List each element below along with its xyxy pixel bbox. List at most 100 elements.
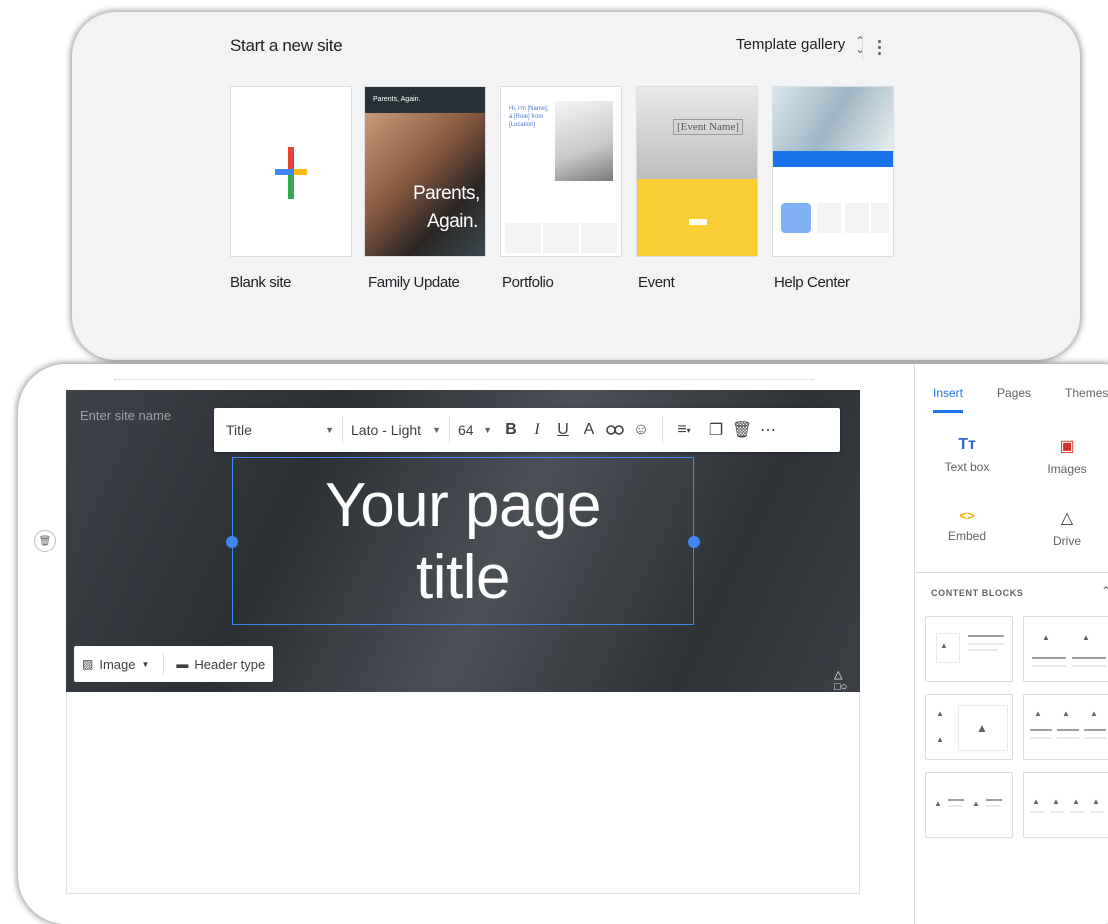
tab-insert[interactable]: Insert [933, 386, 964, 413]
duplicate-icon[interactable]: ❐ [703, 417, 729, 443]
text-format-toolbar: Title ▼ Lato - Light ▼ 64 ▼ B I U A ☺ ≡ ▾… [214, 408, 840, 452]
content-block[interactable]: ▲ ▲ [925, 772, 1013, 838]
collapse-icon[interactable]: ⌃ [1101, 584, 1108, 598]
emoji-icon[interactable]: ☺ [628, 417, 654, 443]
page-title-textbox[interactable]: Your page title [226, 457, 700, 625]
image-icon: ▲ [1042, 633, 1050, 642]
content-block[interactable]: ▲ ▲ [1023, 616, 1108, 682]
panel-tabs: Insert Pages Themes [915, 386, 1108, 413]
divider [915, 572, 1108, 573]
font-select[interactable]: Lato - Light ▼ [351, 422, 441, 438]
bold-button[interactable]: B [498, 417, 524, 443]
insert-embed[interactable]: <> Embed [927, 508, 1007, 543]
image-icon: ▲ [1092, 797, 1100, 806]
change-image-button[interactable]: Image [99, 657, 135, 672]
template-gallery-button[interactable]: Template gallery ⌃ ⌄ [736, 35, 865, 55]
thumb-photo [555, 101, 613, 181]
thumb-title: Parents, [413, 183, 480, 204]
start-new-site-panel: Start a new site Template gallery ⌃ ⌄ Bla… [72, 12, 1080, 360]
insert-drive[interactable]: △ Drive [1027, 508, 1107, 548]
content-block[interactable]: ▲ [925, 616, 1013, 682]
template-label-blank-site: Blank site [230, 274, 292, 291]
insert-text-box[interactable]: Tт Text box [927, 436, 1007, 474]
divider [449, 417, 450, 443]
template-label-portfolio: Portfolio [502, 274, 554, 291]
font-size-select[interactable]: 64 ▼ [458, 422, 492, 438]
align-center-icon[interactable]: ≡ ▾ [671, 417, 697, 443]
thumb-card [817, 203, 841, 233]
page-title-line: Your page [325, 471, 601, 540]
font-size-value: 64 [458, 422, 474, 438]
insert-panel: Insert Pages Themes Tт Text box ▣ Images… [914, 364, 1108, 924]
thumb-card [781, 203, 811, 233]
header-type-icon: ▬ [176, 657, 189, 671]
divider [342, 417, 343, 443]
text-style-value: Title [226, 422, 252, 438]
image-icon: ▲ [936, 735, 944, 744]
image-icon: ▲ [972, 799, 980, 808]
ruler [114, 374, 814, 380]
dropdown-arrow-icon: ▼ [325, 425, 334, 435]
delete-icon[interactable]: 🗑 [729, 417, 755, 443]
resize-handle-right[interactable] [688, 536, 700, 548]
site-editor-panel: Enter site name 🗑 Title ▼ Lato - Light ▼… [18, 364, 1108, 924]
template-portfolio[interactable]: Hi, I'm [Name], a [Role] from [Location] [500, 86, 622, 257]
template-help-center[interactable] [772, 86, 894, 257]
page-title-line: title [416, 543, 510, 612]
thumb-text: [Event Name] [673, 119, 743, 135]
shapes-icon[interactable]: △ □○ [834, 668, 850, 693]
insert-images[interactable]: ▣ Images [1027, 436, 1107, 476]
embed-icon: <> [959, 508, 975, 523]
resize-handle-left[interactable] [226, 536, 238, 548]
content-blocks-title: CONTENT BLOCKS [931, 588, 1024, 598]
image-icon: ▨ [82, 657, 94, 671]
header-type-button[interactable]: Header type [194, 657, 265, 672]
content-block[interactable]: ▲ ▲ ▲ [925, 694, 1013, 760]
more-icon[interactable]: ⋯ [755, 417, 781, 443]
image-icon: ▲ [936, 709, 944, 718]
template-blank-site[interactable] [230, 86, 352, 257]
italic-button[interactable]: I [524, 417, 550, 443]
underline-button[interactable]: U [550, 417, 576, 443]
template-family-update[interactable]: Parents, Again. Parents, Again. [364, 86, 486, 257]
insert-item-label: Embed [947, 529, 987, 543]
text-box-icon: Tт [958, 436, 976, 453]
start-new-site-title: Start a new site [230, 36, 343, 55]
insert-item-label: Text box [944, 460, 990, 474]
image-icon: ▲ [1032, 797, 1040, 806]
site-name-input[interactable]: Enter site name [80, 408, 171, 423]
thumb-grid [505, 223, 617, 253]
thumb-band [637, 179, 757, 256]
link-icon[interactable] [602, 417, 628, 443]
page-title[interactable]: Your page title [233, 470, 693, 614]
thumb-card [871, 203, 889, 233]
thumb-button [689, 219, 707, 225]
more-options-icon[interactable] [862, 34, 882, 60]
image-icon: ▲ [1052, 797, 1060, 806]
thumb-band [773, 151, 893, 167]
plus-icon [275, 147, 307, 199]
thumb-card [845, 203, 869, 233]
text-color-button[interactable]: A [576, 417, 602, 443]
template-event[interactable]: [Event Name] [636, 86, 758, 257]
thumb-nav-bar: Parents, Again. [365, 87, 485, 113]
image-icon: ▲ [1072, 797, 1080, 806]
image-icon: ▲ [1062, 709, 1070, 718]
dropdown-arrow-icon: ▼ [432, 425, 441, 435]
insert-item-label: Images [1047, 462, 1087, 476]
image-icon: ▲ [1034, 709, 1042, 718]
content-block[interactable]: ▲ ▲ ▲ ▲ [1023, 772, 1108, 838]
text-style-select[interactable]: Title ▼ [226, 422, 334, 438]
dropdown-arrow-icon: ▼ [483, 425, 492, 435]
divider [163, 653, 165, 675]
image-icon: ▲ [1090, 709, 1098, 718]
image-icon: ▲ [1082, 633, 1090, 642]
content-block[interactable]: ▲ ▲ ▲ [1023, 694, 1108, 760]
delete-section-icon[interactable]: 🗑 [34, 530, 56, 552]
tab-pages[interactable]: Pages [997, 386, 1031, 413]
insert-item-label: Drive [1052, 534, 1081, 548]
tab-themes[interactable]: Themes [1065, 386, 1108, 413]
images-icon: ▣ [1059, 438, 1075, 455]
font-value: Lato - Light [351, 422, 422, 438]
drive-icon: △ [1060, 510, 1074, 527]
